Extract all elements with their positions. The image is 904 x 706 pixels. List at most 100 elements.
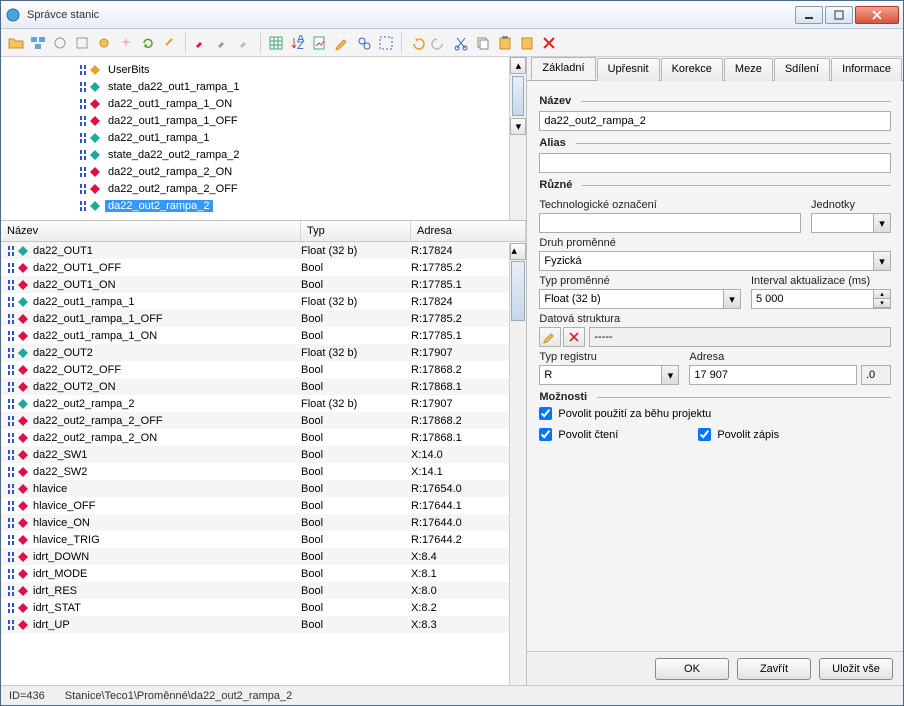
table-row[interactable]: idrt_MODEBoolX:8.1 bbox=[1, 565, 526, 582]
tree-scrollbar[interactable]: ▴▾ bbox=[509, 57, 526, 220]
check-icon[interactable] bbox=[377, 34, 395, 52]
ok-button[interactable]: OK bbox=[655, 658, 729, 680]
name-input[interactable] bbox=[539, 111, 891, 131]
undo-icon[interactable] bbox=[408, 34, 426, 52]
grid-scrollbar[interactable]: ▴ bbox=[509, 243, 526, 685]
table-row[interactable]: da22_OUT1_OFFBoolR:17785.2 bbox=[1, 259, 526, 276]
table-row[interactable]: da22_SW2BoolX:14.1 bbox=[1, 463, 526, 480]
brush2-icon[interactable] bbox=[214, 34, 232, 52]
col-name[interactable]: Název bbox=[1, 221, 301, 241]
variable-grid[interactable]: Název Typ Adresa da22_OUT1Float (32 b)R:… bbox=[1, 221, 526, 685]
maximize-button[interactable] bbox=[825, 6, 853, 24]
find-icon[interactable] bbox=[355, 34, 373, 52]
table-row[interactable]: da22_out1_rampa_1_OFFBoolR:17785.2 bbox=[1, 310, 526, 327]
tree-item[interactable]: UserBits bbox=[1, 61, 526, 78]
sort-icon[interactable]: AZ bbox=[289, 34, 307, 52]
table-row[interactable]: hlavice_TRIGBoolR:17644.2 bbox=[1, 531, 526, 548]
addr-input[interactable] bbox=[689, 365, 857, 385]
chevron-down-icon[interactable]: ▾ bbox=[873, 252, 890, 270]
tree-item[interactable]: state_da22_out1_rampa_1 bbox=[1, 78, 526, 95]
open-folder-icon[interactable] bbox=[7, 34, 25, 52]
diamond-icon bbox=[17, 449, 29, 461]
edit-icon[interactable] bbox=[333, 34, 351, 52]
tool-icon-2[interactable] bbox=[73, 34, 91, 52]
tree-item[interactable]: da22_out1_rampa_1 bbox=[1, 129, 526, 146]
alias-input[interactable] bbox=[539, 153, 891, 173]
chevron-down-icon[interactable]: ▾ bbox=[661, 366, 678, 384]
table-row[interactable]: da22_out2_rampa_2Float (32 b)R:17907 bbox=[1, 395, 526, 412]
tree-item[interactable]: da22_out2_rampa_2_ON bbox=[1, 163, 526, 180]
table-row[interactable]: da22_out1_rampa_1_ONBoolR:17785.1 bbox=[1, 327, 526, 344]
table-row[interactable]: idrt_RESBoolX:8.0 bbox=[1, 582, 526, 599]
delete-icon[interactable] bbox=[540, 34, 558, 52]
table-row[interactable]: da22_OUT2_ONBoolR:17868.1 bbox=[1, 378, 526, 395]
brush-icon[interactable] bbox=[192, 34, 210, 52]
datastruct-clear-button[interactable] bbox=[563, 327, 585, 347]
table-row[interactable]: da22_out1_rampa_1Float (32 b)R:17824 bbox=[1, 293, 526, 310]
tree-item[interactable]: state_da22_out2_rampa_2 bbox=[1, 146, 526, 163]
cell-type: Bool bbox=[301, 585, 411, 597]
close-dialog-button[interactable]: Zavřít bbox=[737, 658, 811, 680]
pin-icon bbox=[79, 200, 87, 212]
table-row[interactable]: hlavice_ONBoolR:17644.0 bbox=[1, 514, 526, 531]
table-row[interactable]: hlaviceBoolR:17654.0 bbox=[1, 480, 526, 497]
minimize-button[interactable] bbox=[795, 6, 823, 24]
tab-meze[interactable]: Meze bbox=[724, 58, 773, 81]
interval-input[interactable] bbox=[751, 289, 891, 309]
gear-icon[interactable] bbox=[95, 34, 113, 52]
tab-informace[interactable]: Informace bbox=[831, 58, 902, 81]
cut-icon[interactable] bbox=[452, 34, 470, 52]
tool-icon-1[interactable] bbox=[51, 34, 69, 52]
filter-icon[interactable] bbox=[311, 34, 329, 52]
tab-základní[interactable]: Základní bbox=[531, 57, 595, 80]
refresh-icon[interactable] bbox=[139, 34, 157, 52]
tree-item-label: state_da22_out1_rampa_1 bbox=[105, 81, 243, 93]
tree-item[interactable]: da22_out2_rampa_2 bbox=[1, 197, 526, 214]
opt-read[interactable]: Povolit čtení bbox=[539, 428, 618, 441]
vartype-select[interactable] bbox=[539, 251, 891, 271]
paste-icon[interactable] bbox=[496, 34, 514, 52]
paste2-icon[interactable] bbox=[518, 34, 536, 52]
tab-korekce[interactable]: Korekce bbox=[661, 58, 723, 81]
table-row[interactable]: da22_SW1BoolX:14.0 bbox=[1, 446, 526, 463]
diamond-icon bbox=[17, 517, 29, 529]
col-type[interactable]: Typ bbox=[301, 221, 411, 241]
type-select[interactable] bbox=[539, 289, 741, 309]
copy-icon[interactable] bbox=[474, 34, 492, 52]
chevron-down-icon[interactable]: ▾ bbox=[873, 214, 890, 232]
datastruct-edit-button[interactable] bbox=[539, 327, 561, 347]
redo-icon[interactable] bbox=[430, 34, 448, 52]
table-row[interactable]: da22_OUT1Float (32 b)R:17824 bbox=[1, 242, 526, 259]
pin-icon bbox=[7, 568, 15, 580]
tab-upřesnit[interactable]: Upřesnit bbox=[597, 58, 660, 81]
table-row[interactable]: da22_OUT1_ONBoolR:17785.1 bbox=[1, 276, 526, 293]
group-icon[interactable] bbox=[29, 34, 47, 52]
close-button[interactable] bbox=[855, 6, 899, 24]
tree-item[interactable]: da22_out1_rampa_1_OFF bbox=[1, 112, 526, 129]
table-icon[interactable] bbox=[267, 34, 285, 52]
link-icon[interactable] bbox=[161, 34, 179, 52]
tab-sdílení[interactable]: Sdílení bbox=[774, 58, 830, 81]
regtype-select[interactable] bbox=[539, 365, 679, 385]
sparkle-icon[interactable] bbox=[117, 34, 135, 52]
table-row[interactable]: da22_OUT2Float (32 b)R:17907 bbox=[1, 344, 526, 361]
brush3-icon[interactable] bbox=[236, 34, 254, 52]
table-row[interactable]: idrt_STATBoolX:8.2 bbox=[1, 599, 526, 616]
opt-runtime[interactable]: Povolit použití za běhu projektu bbox=[539, 407, 891, 420]
opt-write[interactable]: Povolit zápis bbox=[698, 428, 779, 441]
pin-icon bbox=[7, 551, 15, 563]
interval-spinner[interactable]: ▴▾ bbox=[873, 290, 890, 308]
table-row[interactable]: idrt_UPBoolX:8.3 bbox=[1, 616, 526, 633]
chevron-down-icon[interactable]: ▾ bbox=[723, 290, 740, 308]
save-all-button[interactable]: Uložit vše bbox=[819, 658, 893, 680]
col-addr[interactable]: Adresa bbox=[411, 221, 526, 241]
table-row[interactable]: da22_out2_rampa_2_ONBoolR:17868.1 bbox=[1, 429, 526, 446]
table-row[interactable]: hlavice_OFFBoolR:17644.1 bbox=[1, 497, 526, 514]
tree-view[interactable]: UserBits state_da22_out1_rampa_1 da22_out1… bbox=[1, 57, 526, 221]
tree-item[interactable]: da22_out2_rampa_2_OFF bbox=[1, 180, 526, 197]
tech-input[interactable] bbox=[539, 213, 801, 233]
table-row[interactable]: da22_OUT2_OFFBoolR:17868.2 bbox=[1, 361, 526, 378]
table-row[interactable]: idrt_DOWNBoolX:8.4 bbox=[1, 548, 526, 565]
tree-item[interactable]: da22_out1_rampa_1_ON bbox=[1, 95, 526, 112]
table-row[interactable]: da22_out2_rampa_2_OFFBoolR:17868.2 bbox=[1, 412, 526, 429]
